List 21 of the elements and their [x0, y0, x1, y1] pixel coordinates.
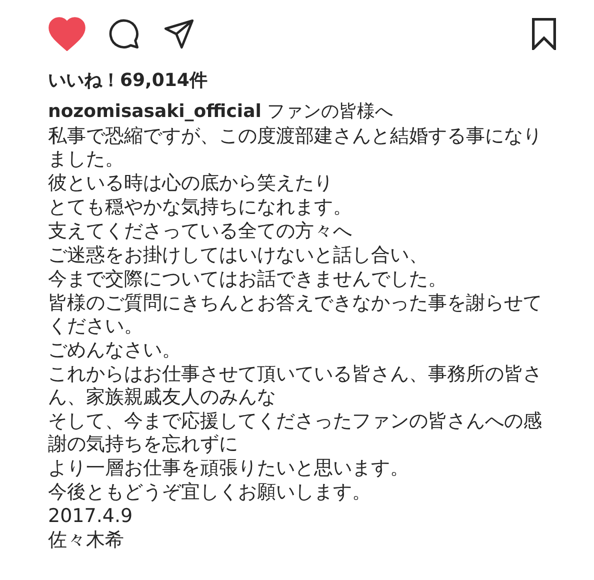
caption-line: 今まで交際についてはお話できませんでした。	[48, 268, 448, 291]
send-icon[interactable]	[162, 18, 196, 50]
caption-line: 彼といる時は心の底から笑えたり	[48, 172, 334, 195]
heart-icon[interactable]	[48, 17, 86, 51]
bookmark-icon[interactable]	[530, 18, 558, 50]
like-count[interactable]: いいね！69,014件	[48, 68, 558, 92]
caption-line: ご迷惑をお掛けしてはいけないと話し合い、	[48, 244, 429, 267]
caption-line: より一層お仕事を頑張りたいと思います。	[48, 457, 410, 480]
caption-line: 支えてくださっている全ての方々へ	[48, 220, 353, 243]
caption-line: ごめんなさい。	[48, 339, 182, 362]
username-link[interactable]: nozomisasaki_official	[48, 101, 262, 122]
caption-line: これからはお仕事させて頂いている皆さん、事務所の皆さん、家族親戚友人のみんな	[48, 363, 543, 409]
caption-line: 皆様のご質問にきちんとお答えできなかった事を謝らせてください。	[48, 292, 543, 338]
caption-line: 2017.4.9	[48, 505, 134, 528]
comment-icon[interactable]	[108, 18, 140, 50]
caption-line: 今後ともどうぞ宜しくお願いします。	[48, 481, 372, 504]
caption-line: そして、今まで応援してくださったファンの皆さんへの感謝の気持ちを忘れずに	[48, 410, 543, 456]
caption-title: ファンの皆様へ	[267, 101, 394, 122]
caption-line: とても穏やかな気持ちになれます。	[48, 196, 353, 219]
caption-line: 私事で恐縮ですが、この度渡部建さんと結婚する事になりました。	[48, 125, 543, 171]
caption-line: 佐々木希	[48, 529, 125, 552]
